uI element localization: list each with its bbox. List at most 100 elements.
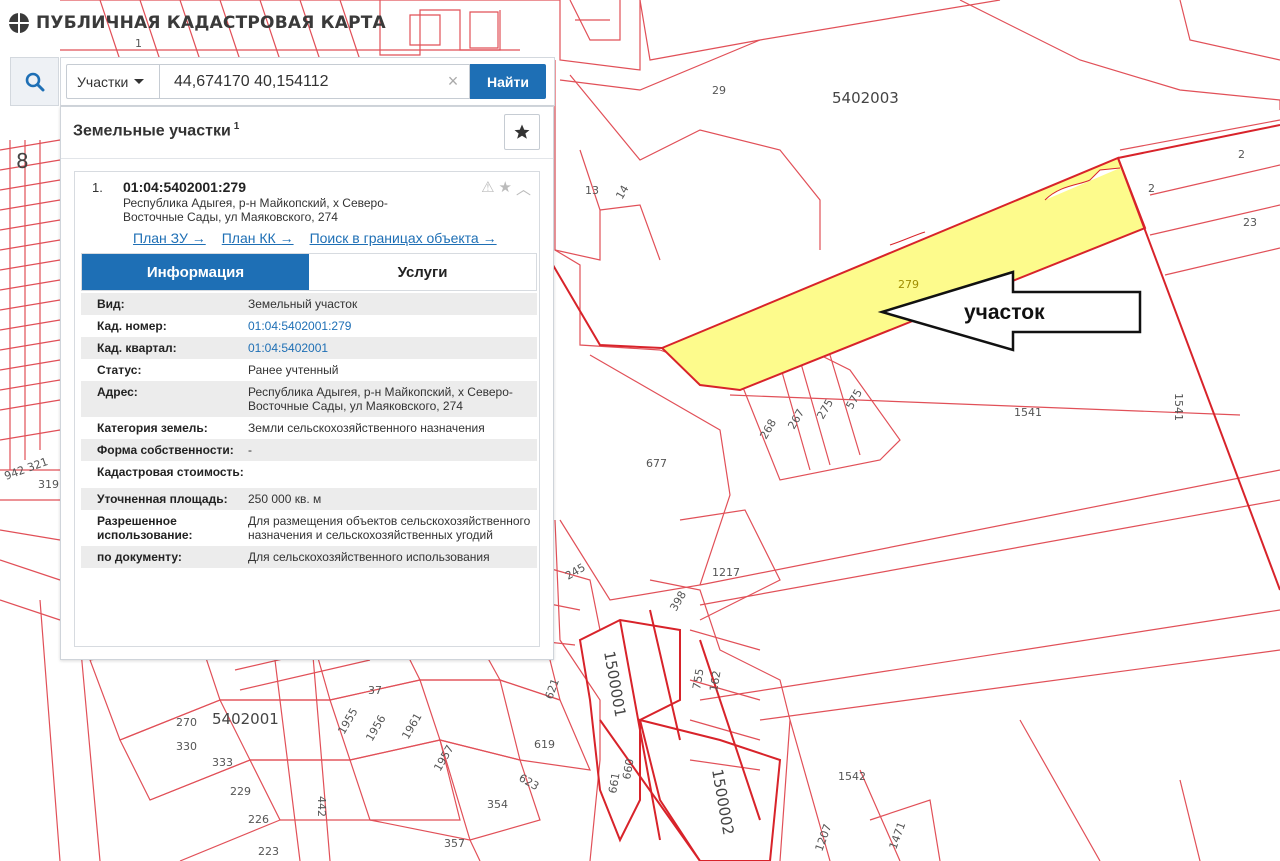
svg-text:279: 279: [898, 278, 919, 291]
svg-text:275: 275: [814, 397, 836, 422]
object-type-select[interactable]: Участки: [66, 64, 160, 99]
row-key: Категория земель:: [97, 421, 208, 435]
svg-text:330: 330: [176, 740, 197, 753]
svg-text:1: 1: [135, 37, 142, 50]
cad-number-link[interactable]: 01:04:5402001:279: [248, 319, 537, 333]
row-value: Для сельскохозяйственного использования: [248, 550, 490, 564]
svg-text:29: 29: [712, 84, 726, 97]
results-count: 1: [233, 121, 240, 132]
clear-search-button[interactable]: ×: [436, 64, 470, 99]
svg-text:660: 660: [620, 758, 636, 781]
table-row: Кад. квартал: 01:04:5402001: [81, 337, 537, 359]
find-button[interactable]: Найти: [470, 64, 546, 99]
table-row: Кад. номер: 01:04:5402001:279: [81, 315, 537, 337]
table-row: Уточненная площадь: 250 000 кв. м: [81, 488, 537, 510]
svg-text:1956: 1956: [363, 713, 388, 744]
result-card: 1. 01:04:5402001:279 Республика Адыгея, …: [74, 171, 540, 647]
table-row: Статус: Ранее учтенный: [81, 359, 537, 381]
tab-info[interactable]: Информация: [82, 254, 309, 290]
table-row: по документу: Для сельскохозяйственного …: [81, 546, 537, 568]
svg-text:229: 229: [230, 785, 251, 798]
search-bar: Участки × Найти: [10, 57, 555, 106]
globe-logo-icon: [9, 13, 29, 33]
app-title: ПУБЛИЧНАЯ КАДАСТРОВАЯ КАРТА: [36, 13, 386, 33]
svg-text:354: 354: [487, 798, 508, 811]
search-toggle-button[interactable]: [10, 57, 59, 106]
svg-text:267: 267: [785, 407, 807, 432]
object-type-value: Участки: [77, 73, 129, 90]
row-key: по документу:: [97, 550, 182, 564]
search-icon: [25, 72, 44, 91]
svg-text:1542: 1542: [838, 770, 866, 783]
results-title-text: Земельные участки: [73, 122, 231, 140]
search-in-bounds-link[interactable]: Поиск в границах объекта →: [310, 230, 497, 246]
cad-quarter-link[interactable]: 01:04:5402001: [248, 341, 537, 355]
svg-text:13: 13: [585, 184, 599, 197]
row-key: Вид:: [97, 297, 125, 311]
star-icon[interactable]: ★: [499, 178, 512, 199]
svg-text:268: 268: [757, 417, 779, 442]
table-row: Вид: Земельный участок: [81, 293, 537, 315]
svg-text:1471: 1471: [887, 820, 909, 851]
row-key: Адрес:: [97, 385, 138, 399]
svg-text:1955: 1955: [335, 706, 360, 737]
table-row: Разрешенное использование: Для размещени…: [81, 510, 537, 546]
svg-text:226: 226: [248, 813, 269, 826]
svg-text:2: 2: [1148, 182, 1155, 195]
tab-services[interactable]: Услуги: [309, 254, 536, 290]
svg-text:5402001: 5402001: [212, 710, 279, 728]
table-row: Форма собственности: -: [81, 439, 537, 461]
chevron-up-icon[interactable]: ︿: [516, 178, 531, 199]
row-key: Разрешенное использование:: [97, 514, 193, 542]
svg-text:333: 333: [212, 756, 233, 769]
result-tools: ⚠ ★ ︿: [481, 178, 531, 199]
svg-text:1500002: 1500002: [708, 768, 737, 837]
favorites-button[interactable]: [504, 114, 540, 150]
svg-text:14: 14: [613, 183, 631, 202]
row-value: -: [248, 443, 252, 457]
result-cad-number[interactable]: 01:04:5402001:279: [123, 179, 246, 195]
svg-text:619: 619: [534, 738, 555, 751]
svg-text:1541: 1541: [1172, 393, 1185, 421]
svg-text:23: 23: [1243, 216, 1257, 229]
svg-text:623: 623: [517, 771, 542, 793]
svg-text:5402003: 5402003: [832, 89, 899, 107]
svg-text:677: 677: [646, 457, 667, 470]
row-key: Уточненная площадь:: [97, 492, 228, 506]
redacted-value: [248, 465, 390, 481]
svg-text:1541: 1541: [1014, 406, 1042, 419]
svg-text:8: 8: [16, 149, 29, 173]
row-value: 250 000 кв. м: [248, 492, 322, 506]
svg-text:319: 319: [38, 478, 59, 491]
svg-text:575: 575: [843, 387, 865, 412]
svg-text:1957: 1957: [431, 743, 456, 774]
svg-text:1207: 1207: [813, 822, 835, 853]
svg-text:2: 2: [1238, 148, 1245, 161]
app-header: ПУБЛИЧНАЯ КАДАСТРОВАЯ КАРТА: [8, 12, 386, 34]
search-form: Участки × Найти: [60, 57, 555, 106]
row-key: Форма собственности:: [97, 443, 234, 457]
results-header: Земельные участки 1: [61, 107, 553, 159]
search-input[interactable]: [160, 64, 470, 99]
results-panel: Земельные участки 1 1. 01:04:5402001:279 …: [60, 106, 554, 660]
plan-zu-link[interactable]: План ЗУ →: [133, 230, 206, 246]
row-key: Кад. номер:: [97, 319, 167, 333]
svg-text:357: 357: [444, 837, 465, 850]
warning-icon[interactable]: ⚠: [481, 178, 494, 199]
svg-text:1217: 1217: [712, 566, 740, 579]
plan-kk-link[interactable]: План КК →: [222, 230, 294, 246]
row-key: Кад. квартал:: [97, 341, 177, 355]
row-value: Республика Адыгея, р-н Майкопский, х Сев…: [248, 385, 513, 413]
result-tabs: Информация Услуги: [81, 253, 537, 291]
table-row: Адрес: Республика Адыгея, р-н Майкопский…: [81, 381, 537, 417]
result-links: План ЗУ → План КК → Поиск в границах объ…: [133, 230, 497, 246]
table-row: Кадастровая стоимость:: [81, 461, 537, 488]
svg-text:661: 661: [606, 772, 622, 795]
svg-text:755: 755: [690, 668, 706, 691]
row-value: [248, 465, 537, 484]
row-key: Кадастровая стоимость:: [97, 465, 244, 479]
svg-text:398: 398: [667, 589, 689, 614]
results-title: Земельные участки 1: [73, 121, 239, 140]
svg-text:37: 37: [368, 684, 382, 697]
row-value: Для размещения объектов сельскохозяйстве…: [248, 514, 531, 542]
